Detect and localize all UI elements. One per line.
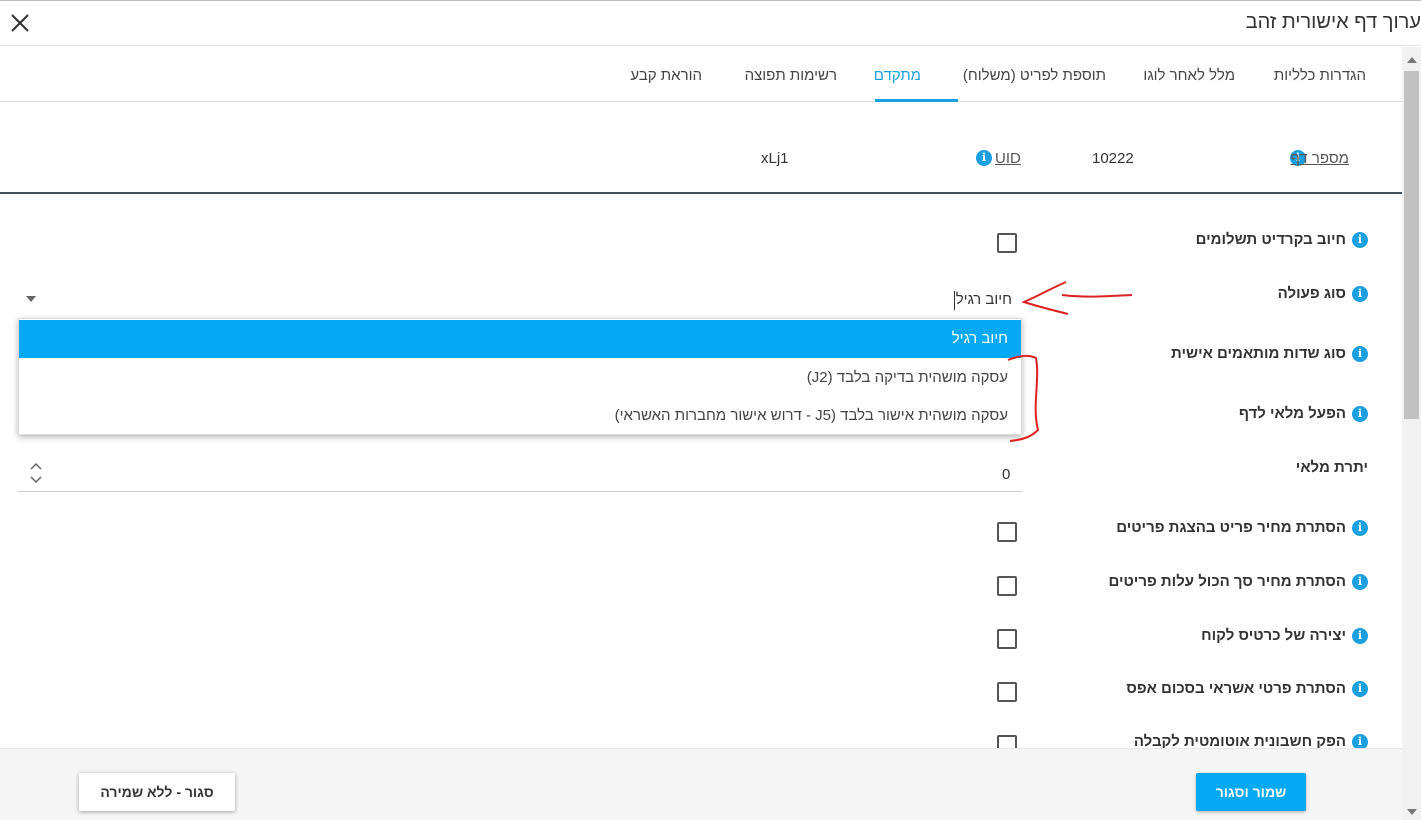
page-number-value: 10222 (1092, 150, 1134, 167)
info-icon[interactable]: i (1352, 628, 1368, 645)
tab-advanced[interactable]: מתקדם (874, 67, 921, 84)
dialog-title: ערוך דף אישורית זהב (1245, 11, 1421, 33)
stock-remaining-underline (18, 491, 1022, 492)
dialog-footer: שמור וסגור סגור - ללא שמירה (0, 748, 1402, 820)
action-type-label: iסוג פעולה (1278, 285, 1368, 303)
uid-label[interactable]: UID (995, 150, 1021, 167)
tab-standing-order[interactable]: הוראת קבע (630, 67, 702, 84)
action-type-select-value[interactable]: חיוב רגיל (956, 291, 1012, 308)
active-tab-indicator (875, 99, 958, 102)
hide-item-price-checkbox[interactable] (997, 522, 1017, 542)
close-icon[interactable] (8, 9, 32, 37)
create-customer-card-label: iיצירה של כרטיס לקוח (1201, 627, 1368, 645)
close-without-saving-button[interactable]: סגור - ללא שמירה (79, 773, 235, 811)
hide-credit-zero-checkbox[interactable] (997, 682, 1017, 702)
stock-remaining-input[interactable]: 0 (1002, 466, 1010, 483)
create-customer-card-checkbox[interactable] (997, 629, 1017, 649)
save-and-close-button[interactable]: שמור וסגור (1196, 773, 1306, 811)
hide-item-price-label: iהסתרת מחיר פריט בהצגת פריטים (1116, 519, 1368, 537)
scrollbar[interactable] (1402, 47, 1421, 820)
text-cursor (954, 291, 955, 310)
info-icon[interactable]: i (1352, 232, 1368, 249)
dropdown-option[interactable]: חיוב רגיל (19, 320, 1021, 358)
info-icon[interactable]: i (1352, 286, 1368, 303)
stock-remaining-label: יתרת מלאי (1295, 459, 1368, 476)
scroll-up-arrow-icon[interactable] (1407, 57, 1417, 63)
page-number-label[interactable]: מספר דף (1290, 150, 1349, 167)
number-stepper-icon[interactable] (30, 461, 42, 485)
tab-general-settings[interactable]: הגדרות כלליות (1274, 67, 1366, 84)
dropdown-option[interactable]: עסקה מושהית בדיקה בלבד (J2) (19, 359, 1021, 397)
tab-bar: הגדרות כלליות מלל לאחר לוגו תוספת לפריט … (0, 47, 1402, 102)
dialog-page: ערוך דף אישורית זהב הגדרות כלליות מלל לא… (0, 0, 1421, 820)
custom-fields-label: iסוג שדות מותאמים אישית (1171, 345, 1368, 363)
tab-item-addon-shipping[interactable]: תוספת לפריט (משלוח) (963, 67, 1106, 84)
credit-payments-label: iחיוב בקרדיט תשלומים (1196, 231, 1368, 249)
hide-total-price-checkbox[interactable] (997, 576, 1017, 596)
info-icon[interactable]: i (1352, 520, 1368, 537)
dropdown-option[interactable]: עסקה מושהית אישור בלבד (J5 - דרוש אישור … (19, 397, 1021, 435)
page-fill-label: iהפעל מלאי לדף (1239, 405, 1368, 423)
chevron-down-icon[interactable] (26, 296, 36, 302)
info-icon[interactable]: i (1352, 681, 1368, 698)
info-icon[interactable]: i (976, 150, 992, 166)
action-type-dropdown: חיוב רגיל עסקה מושהית בדיקה בלבד (J2) עס… (18, 318, 1022, 435)
credit-payments-checkbox[interactable] (997, 233, 1017, 253)
scroll-thumb[interactable] (1404, 71, 1419, 419)
uid-value: xLj1 (761, 150, 789, 167)
scroll-down-arrow-icon[interactable] (1407, 809, 1417, 815)
page-meta-row: i מספר דף 10222 i UID xLj1 (0, 140, 1402, 194)
info-icon[interactable]: i (1352, 406, 1368, 423)
info-icon[interactable]: i (1352, 346, 1368, 363)
tab-mailing-lists[interactable]: רשימות תפוצה (745, 67, 837, 84)
dialog-header: ערוך דף אישורית זהב (0, 0, 1421, 46)
tab-text-after-logo[interactable]: מלל לאחר לוגו (1143, 67, 1235, 84)
hide-total-price-label: iהסתרת מחיר סך הכול עלות פריטים (1108, 573, 1368, 591)
hide-credit-zero-label: iהסתרת פרטי אשראי בסכום אפס (1126, 680, 1368, 698)
info-icon[interactable]: i (1352, 574, 1368, 591)
